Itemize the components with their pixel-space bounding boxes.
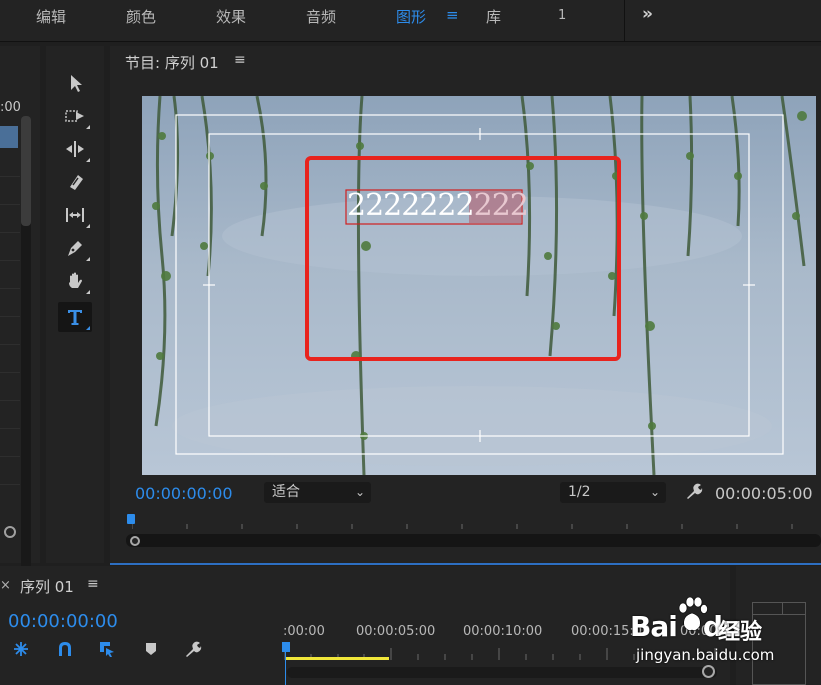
row-divider	[0, 316, 20, 317]
wrench-icon[interactable]	[684, 481, 704, 505]
row-divider	[0, 456, 20, 457]
tab-effects[interactable]: 效果	[216, 6, 246, 27]
row-divider	[0, 176, 20, 177]
wrench-icon-svg	[687, 483, 703, 499]
tab-libraries[interactable]: 库	[486, 6, 501, 27]
scroll-thumb[interactable]	[21, 116, 31, 226]
meter-divider	[782, 602, 783, 614]
watermark-brand-bai: Bai	[630, 610, 678, 643]
zoom-handle-icon[interactable]	[130, 536, 140, 546]
track-select-tool[interactable]	[58, 101, 92, 131]
row-divider	[0, 232, 20, 233]
zoom-select-value: 适合	[272, 484, 300, 500]
tab-1[interactable]: 1	[558, 8, 566, 23]
video-frame[interactable]: 2222222222	[142, 96, 816, 475]
monitor-controls: 00:00:00:00 适合 ⌄ 1/2 ⌄ 00:00:05:00	[110, 475, 821, 563]
razor-icon	[70, 175, 83, 190]
willow-scene	[142, 96, 816, 475]
duration-timecode: 00:00:05:00	[715, 484, 813, 503]
tools-panel	[46, 46, 104, 563]
panel-focus-indicator	[110, 563, 821, 565]
program-monitor: 节目: 序列 01 ≡ 2222222222 00:00:00:00 适合 ⌄ …	[110, 46, 821, 563]
timeline-timecode[interactable]: 00:00:00:00	[8, 611, 118, 632]
submenu-indicator	[86, 290, 90, 294]
close-icon[interactable]: ×	[0, 578, 11, 593]
row-divider	[0, 344, 20, 345]
playhead-timecode[interactable]: 00:00:00:00	[135, 484, 233, 503]
project-timecode: :00	[0, 100, 21, 115]
row-divider	[0, 260, 20, 261]
timeline-settings-wrench-icon[interactable]	[184, 640, 202, 658]
work-area-bar[interactable]	[285, 657, 389, 660]
playhead-line	[285, 650, 286, 685]
title-text-layer[interactable]: 2222222222	[347, 188, 529, 223]
row-divider	[0, 288, 20, 289]
pen-tool[interactable]	[58, 233, 92, 263]
tab-audio[interactable]: 音频	[306, 6, 336, 27]
linked-selection-icon[interactable]	[98, 640, 116, 658]
title-text: 2222222	[347, 188, 475, 223]
ruler-label: 00:00:05:00	[356, 624, 436, 639]
tab-graphics[interactable]: 图形	[396, 6, 426, 27]
zoom-select[interactable]: 适合 ⌄	[264, 482, 371, 503]
arrow-icon	[71, 75, 82, 92]
ripple-edit-icon	[66, 141, 84, 157]
paw-logo-icon	[678, 596, 708, 631]
row-divider	[0, 372, 20, 373]
monitor-ruler[interactable]	[132, 519, 821, 529]
timeline-title[interactable]: 序列 01	[20, 576, 74, 597]
slip-icon	[66, 208, 84, 222]
track-select-icon	[65, 110, 84, 122]
tab-color[interactable]: 颜色	[126, 6, 156, 27]
watermark-url: jingyan.baidu.com	[636, 646, 775, 664]
divider	[624, 0, 625, 42]
workspace-bar: 编辑 颜色 效果 音频 图形 ≡ 库 1 »	[0, 0, 821, 42]
baidu-jingyan-watermark: Bai du 经验 jingyan.baidu.com	[630, 596, 780, 668]
type-tool[interactable]	[58, 302, 92, 332]
ruler-label: :00:00	[283, 624, 325, 639]
watermark-product: 经验	[718, 620, 763, 645]
monitor-menu-icon[interactable]: ≡	[234, 52, 246, 68]
timeline-menu-icon[interactable]: ≡	[87, 576, 99, 592]
submenu-indicator	[86, 158, 90, 162]
project-panel: :00	[0, 46, 40, 571]
insert-nest-icon[interactable]	[12, 640, 30, 658]
row-divider	[0, 428, 20, 429]
vertical-scrollbar[interactable]	[21, 116, 31, 571]
row-divider	[0, 204, 20, 205]
submenu-indicator	[86, 224, 90, 228]
monitor-scrollbar[interactable]	[126, 534, 821, 547]
slip-tool[interactable]	[58, 200, 92, 230]
tab-edit[interactable]: 编辑	[36, 6, 66, 27]
more-workspaces-icon[interactable]: »	[642, 4, 653, 24]
submenu-indicator	[86, 257, 90, 261]
monitor-title: 节目: 序列 01	[125, 54, 219, 72]
submenu-indicator	[86, 125, 90, 129]
chevron-down-icon: ⌄	[354, 485, 365, 499]
hand-tool[interactable]	[58, 266, 92, 296]
add-marker-icon[interactable]	[142, 640, 160, 658]
snap-icon[interactable]	[56, 640, 74, 658]
chevron-down-icon: ⌄	[649, 485, 660, 499]
resolution-select-value: 1/2	[568, 484, 591, 500]
timeline-scrollbar[interactable]	[287, 667, 717, 678]
type-icon	[68, 310, 82, 325]
row-divider	[0, 484, 20, 485]
razor-tool[interactable]	[58, 167, 92, 197]
row-divider	[0, 400, 20, 401]
ripple-edit-tool[interactable]	[58, 134, 92, 164]
resolution-select[interactable]: 1/2 ⌄	[560, 482, 666, 503]
submenu-indicator	[86, 326, 90, 330]
hand-icon	[69, 272, 82, 288]
workspace-menu-icon[interactable]: ≡	[446, 6, 459, 24]
selected-item[interactable]	[0, 126, 18, 148]
title-text-selection: 222	[473, 188, 529, 223]
timeline-panel: × 序列 01 ≡ 00:00:00:00 :00:00 00:00:05:00…	[0, 566, 730, 685]
ruler-label: 00:00:10:00	[463, 624, 543, 639]
selection-tool[interactable]	[58, 68, 92, 98]
playhead-marker[interactable]	[127, 514, 135, 524]
timeline-playhead[interactable]	[282, 642, 290, 652]
zoom-handle-icon[interactable]	[4, 526, 16, 538]
pen-icon	[68, 241, 82, 256]
